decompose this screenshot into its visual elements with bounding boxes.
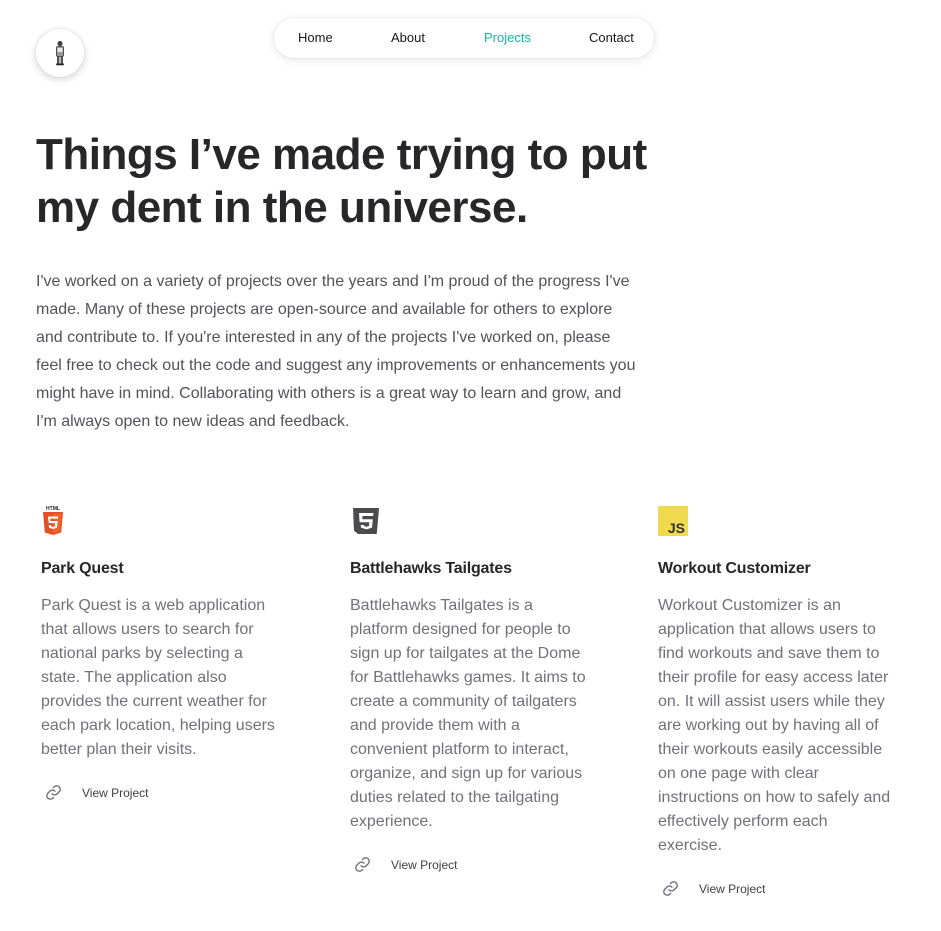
person-figure-icon bbox=[56, 40, 64, 66]
intro-paragraph: I've worked on a variety of projects ove… bbox=[36, 273, 636, 430]
main-nav: Home About Projects Contact bbox=[274, 18, 654, 58]
page-title: Things I’ve made trying to put my dent i… bbox=[36, 130, 647, 232]
view-project-link[interactable]: View Project bbox=[350, 856, 590, 873]
nav-link-home[interactable]: Home bbox=[298, 30, 333, 46]
project-title: Workout Customizer bbox=[658, 560, 811, 577]
javascript-icon: JS bbox=[658, 506, 688, 536]
project-title: Battlehawks Tailgates bbox=[350, 560, 512, 577]
project-description: Workout Customizer is an application tha… bbox=[658, 597, 891, 854]
project-card: Battlehawks Tailgates Battlehawks Tailga… bbox=[350, 505, 590, 873]
view-project-label: View Project bbox=[82, 785, 149, 800]
nav-link-contact[interactable]: Contact bbox=[589, 30, 634, 46]
link-icon bbox=[46, 785, 61, 800]
link-icon bbox=[663, 881, 678, 896]
view-project-label: View Project bbox=[391, 857, 458, 872]
avatar[interactable] bbox=[36, 29, 84, 77]
javascript-icon-label: JS bbox=[668, 520, 685, 536]
project-description: Park Quest is a web application that all… bbox=[41, 597, 275, 758]
link-icon bbox=[355, 857, 370, 872]
project-card: JS Workout Customizer Workout Customizer… bbox=[658, 505, 892, 897]
view-project-link[interactable]: View Project bbox=[41, 784, 281, 801]
nav-link-projects[interactable]: Projects bbox=[484, 30, 531, 46]
view-project-label: View Project bbox=[699, 881, 766, 896]
view-project-link[interactable]: View Project bbox=[658, 880, 892, 897]
project-description: Battlehawks Tailgates is a platform desi… bbox=[350, 597, 586, 830]
html5-icon-label: HTML bbox=[46, 506, 60, 512]
nav-link-about[interactable]: About bbox=[391, 30, 425, 46]
css3-icon bbox=[353, 508, 379, 534]
html5-icon: HTML bbox=[43, 506, 63, 535]
project-card: HTML Park Quest Park Quest is a web appl… bbox=[41, 505, 281, 801]
project-title: Park Quest bbox=[41, 560, 124, 577]
